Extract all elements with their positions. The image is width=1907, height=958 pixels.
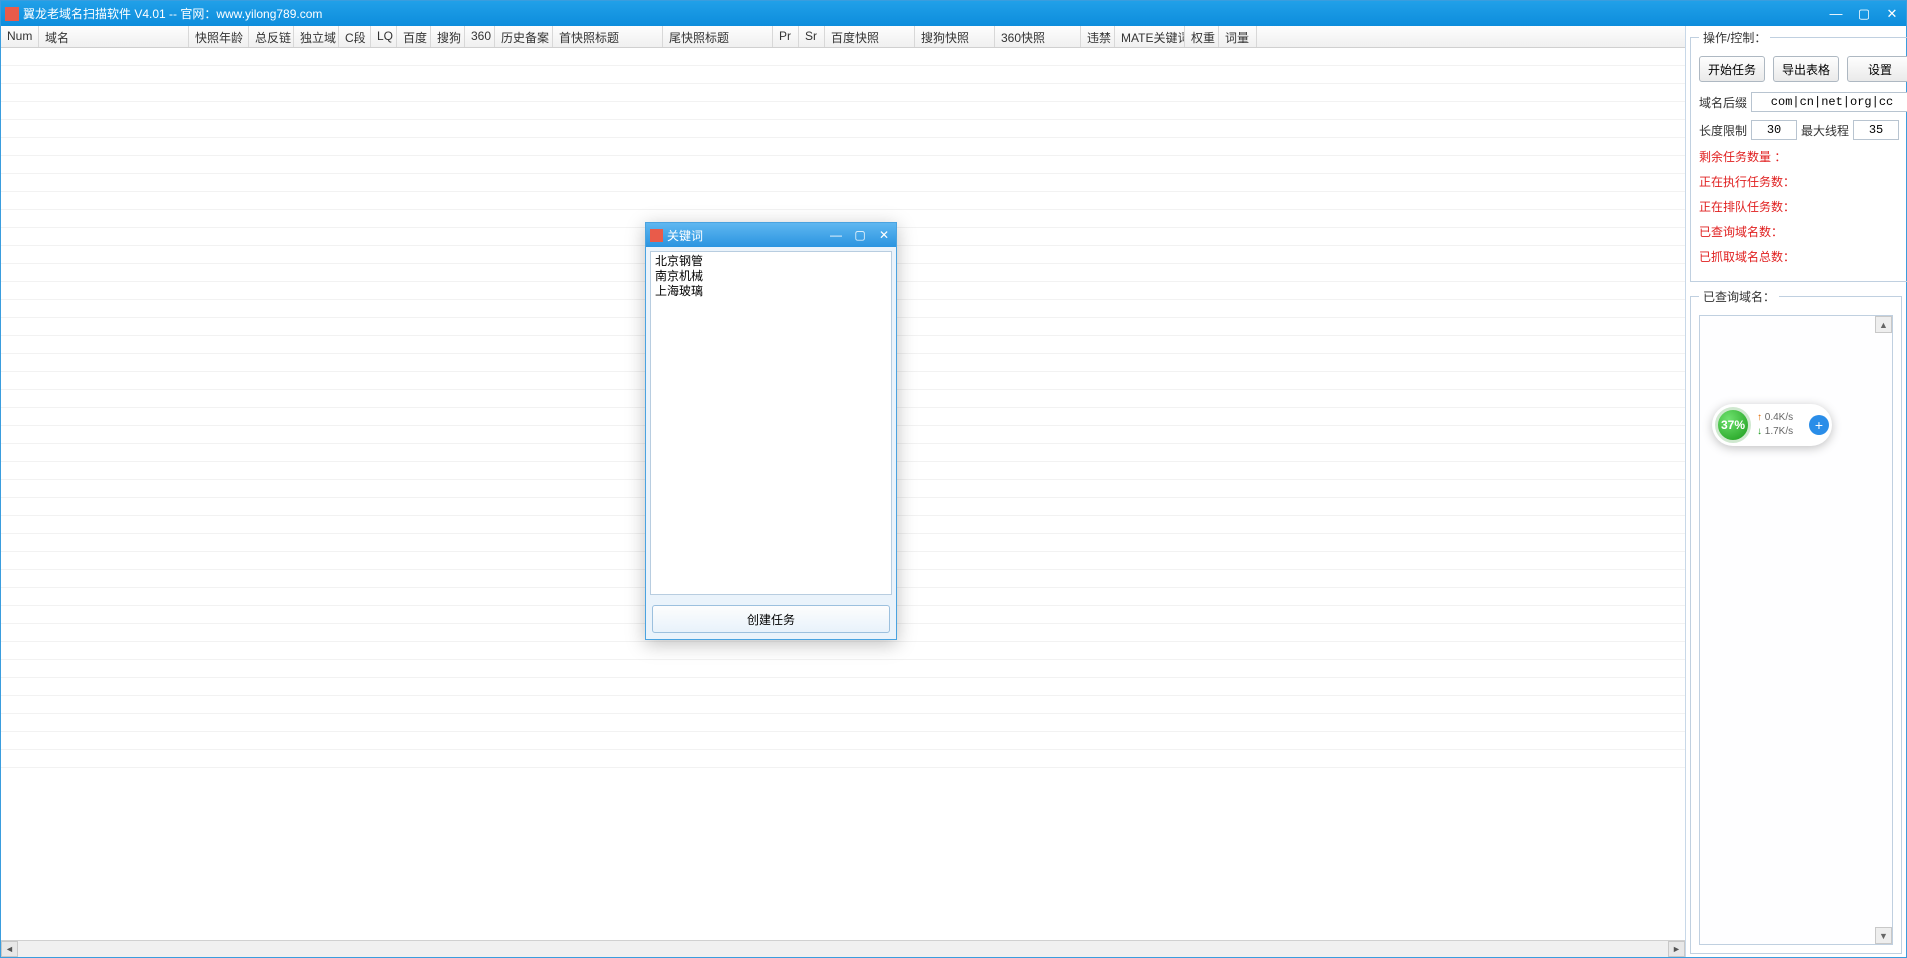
table-row: [1, 660, 1685, 678]
window-title: 翼龙老域名扫描软件 V4.01 -- 官网：www.yilong789.com: [23, 5, 322, 22]
dialog-close-button[interactable]: ✕: [872, 223, 896, 247]
start-task-button[interactable]: 开始任务: [1699, 56, 1765, 82]
col-total_back[interactable]: 总反链: [249, 26, 294, 47]
dialog-minimize-button[interactable]: —: [824, 223, 848, 247]
col-last_title[interactable]: 尾快照标题: [663, 26, 773, 47]
table-row: [1, 66, 1685, 84]
minimize-button[interactable]: —: [1822, 1, 1850, 26]
length-label: 长度限制: [1699, 122, 1747, 139]
queried-list[interactable]: ▲ ▼ 37% 0.4K/s 1.7K/s +: [1699, 315, 1893, 945]
queried-panel-title: 已查询域名：: [1699, 288, 1779, 305]
status-queried: 已查询域名数：: [1699, 223, 1907, 240]
col-history[interactable]: 历史备案: [495, 26, 553, 47]
sidebar: 操作/控制： 开始任务 导出表格 设置 域名后缀 长度限制 最大线程 剩余任务数…: [1686, 26, 1906, 957]
export-table-button[interactable]: 导出表格: [1773, 56, 1839, 82]
maximize-button[interactable]: ▢: [1850, 1, 1878, 26]
suffix-label: 域名后缀: [1699, 94, 1747, 111]
table-row: [1, 192, 1685, 210]
table-row: [1, 642, 1685, 660]
length-input[interactable]: [1751, 120, 1797, 140]
vscroll-up-icon[interactable]: ▲: [1875, 316, 1892, 333]
table-hscroll[interactable]: ◄ ►: [1, 940, 1685, 957]
status-remain: 剩余任务数量 ：: [1699, 148, 1907, 165]
col-num[interactable]: Num: [1, 26, 39, 47]
table-row: [1, 156, 1685, 174]
body: Num域名快照年龄总反链独立域C段LQ百度搜狗360历史备案首快照标题尾快照标题…: [1, 26, 1906, 957]
table-row: [1, 696, 1685, 714]
status-queued: 正在排队任务数：: [1699, 198, 1907, 215]
hscroll-right-icon[interactable]: ►: [1668, 941, 1685, 957]
col-360[interactable]: 360: [465, 26, 495, 47]
create-task-button[interactable]: 创建任务: [652, 605, 890, 633]
network-pct: 37%: [1715, 407, 1751, 443]
keyword-textarea[interactable]: 北京钢管 南京机械 上海玻璃: [650, 251, 892, 595]
network-badge[interactable]: 37% 0.4K/s 1.7K/s +: [1712, 404, 1832, 446]
col-sr[interactable]: Sr: [799, 26, 825, 47]
col-uniq_domain[interactable]: 独立域: [294, 26, 339, 47]
col-wordcnt[interactable]: 词量: [1219, 26, 1257, 47]
app-icon: [5, 7, 19, 21]
table-row: [1, 84, 1685, 102]
status-grabbed: 已抓取域名总数：: [1699, 248, 1907, 265]
col-domain[interactable]: 域名: [39, 26, 189, 47]
thread-input[interactable]: [1853, 120, 1899, 140]
col-cseg[interactable]: C段: [339, 26, 371, 47]
col-360_snap[interactable]: 360快照: [995, 26, 1081, 47]
main-window: 翼龙老域名扫描软件 V4.01 -- 官网：www.yilong789.com …: [0, 0, 1907, 958]
dialog-maximize-button[interactable]: ▢: [848, 223, 872, 247]
control-panel: 操作/控制： 开始任务 导出表格 设置 域名后缀 长度限制 最大线程 剩余任务数…: [1690, 29, 1907, 282]
dialog-title: 关键词: [667, 227, 703, 244]
col-mate_kw[interactable]: MATE关键词: [1115, 26, 1185, 47]
table-header: Num域名快照年龄总反链独立域C段LQ百度搜狗360历史备案首快照标题尾快照标题…: [1, 26, 1685, 48]
control-panel-title: 操作/控制：: [1699, 29, 1770, 46]
thread-label: 最大线程: [1801, 122, 1849, 139]
col-sogou_snap[interactable]: 搜狗快照: [915, 26, 995, 47]
hscroll-left-icon[interactable]: ◄: [1, 941, 18, 957]
network-speeds: 0.4K/s 1.7K/s: [1757, 411, 1807, 439]
table-row: [1, 678, 1685, 696]
table-row: [1, 120, 1685, 138]
suffix-input[interactable]: [1751, 92, 1907, 112]
table-row: [1, 714, 1685, 732]
settings-button[interactable]: 设置: [1847, 56, 1907, 82]
col-baidu_snap[interactable]: 百度快照: [825, 26, 915, 47]
window-controls: — ▢ ✕: [1822, 1, 1906, 26]
col-weight[interactable]: 权重: [1185, 26, 1219, 47]
col-baidu[interactable]: 百度: [397, 26, 431, 47]
vscroll-down-icon[interactable]: ▼: [1875, 927, 1892, 944]
titlebar[interactable]: 翼龙老域名扫描软件 V4.01 -- 官网：www.yilong789.com …: [1, 1, 1906, 26]
download-speed: 1.7K/s: [1757, 425, 1807, 439]
col-ban[interactable]: 违禁: [1081, 26, 1115, 47]
table-row: [1, 732, 1685, 750]
col-sogou[interactable]: 搜狗: [431, 26, 465, 47]
status-running: 正在执行任务数：: [1699, 173, 1907, 190]
close-button[interactable]: ✕: [1878, 1, 1906, 26]
dialog-titlebar[interactable]: 关键词 — ▢ ✕: [646, 223, 896, 247]
col-lq[interactable]: LQ: [371, 26, 397, 47]
table-row: [1, 750, 1685, 768]
table-row: [1, 138, 1685, 156]
col-snap_age[interactable]: 快照年龄: [189, 26, 249, 47]
table-row: [1, 48, 1685, 66]
network-plus-icon[interactable]: +: [1809, 415, 1829, 435]
queried-panel: 已查询域名： ▲ ▼ 37% 0.4K/s 1.7K/s +: [1690, 288, 1902, 954]
keyword-dialog: 关键词 — ▢ ✕ 北京钢管 南京机械 上海玻璃 创建任务: [645, 222, 897, 640]
dialog-icon: [650, 229, 663, 242]
upload-speed: 0.4K/s: [1757, 411, 1807, 425]
table-row: [1, 102, 1685, 120]
col-pr[interactable]: Pr: [773, 26, 799, 47]
col-first_title[interactable]: 首快照标题: [553, 26, 663, 47]
table-row: [1, 174, 1685, 192]
